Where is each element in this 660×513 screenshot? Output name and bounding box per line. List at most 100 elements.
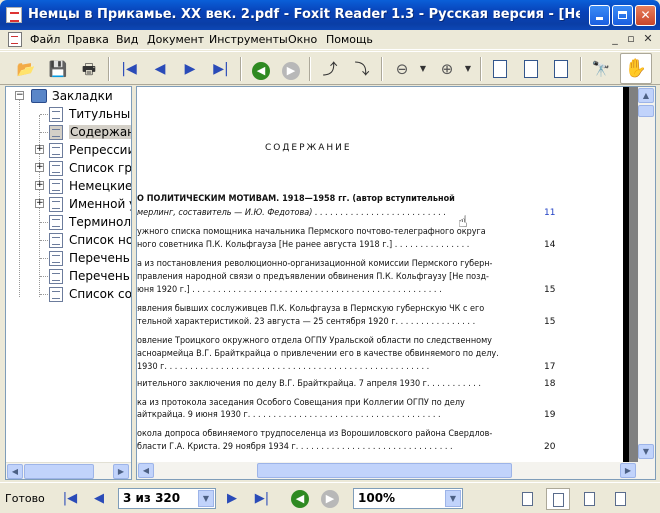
next-page-icon[interactable]: ▶ [178,57,202,81]
bookmark-item[interactable]: Список но [6,231,131,249]
continuous-page-icon [552,493,564,507]
bookmark-item[interactable]: + Немецкие [6,177,131,195]
bookmark-item[interactable]: Содержани [6,123,131,141]
bookmark-item[interactable]: Список сок [6,285,131,303]
chevron-down-icon[interactable]: ▼ [198,490,214,507]
expand-icon[interactable]: + [35,199,44,208]
rotate-right-icon[interactable]: ⤵ [350,57,374,81]
minimize-button[interactable] [589,5,610,26]
chevron-down-icon[interactable]: ▼ [445,490,461,507]
bookmark-item[interactable]: Титульный [6,105,131,123]
zoom-out-dropdown-icon[interactable]: ▼ [411,57,435,81]
bookmark-item[interactable]: Перечень [6,249,131,267]
back-icon[interactable]: ◀ [290,489,310,509]
bookmark-page-icon [49,125,63,140]
forward-icon[interactable]: ▶ [320,489,340,509]
continuous-facing-icon [614,492,626,506]
document-vertical-scrollbar[interactable]: ▲ ▼ [638,87,655,462]
bookmark-item[interactable]: Перечень [6,267,131,285]
bookmarks-horizontal-scrollbar[interactable]: ◀ ▶ [6,462,131,479]
bookmark-item[interactable]: + Репрессии [6,141,131,159]
menu-edit[interactable]: Правка [67,33,109,46]
print-icon[interactable]: 🖶 [77,57,101,81]
last-page-icon[interactable]: ▶| [252,489,272,509]
fit-width-icon[interactable] [519,57,543,81]
first-page-icon[interactable]: |◀ [60,489,80,509]
toc-line: ного советника П.К. Кольфгауза [Не ранее… [137,240,470,250]
zoom-in-dropdown-icon[interactable]: ▼ [456,57,480,81]
last-page-icon[interactable]: ▶| [209,57,233,81]
toolbar-separator [309,57,311,81]
zoom-field[interactable]: 100% ▼ [353,488,463,509]
menu-help[interactable]: Помощь [326,33,373,46]
scroll-thumb[interactable] [24,464,94,479]
single-page-icon [521,492,533,506]
bookmark-item[interactable]: + Список гра [6,159,131,177]
fit-page-icon[interactable] [549,57,573,81]
bookmark-item[interactable]: Терминол [6,213,131,231]
continuous-facing-layout-button[interactable] [608,488,632,510]
hand-tool-icon[interactable]: ✋ [620,53,652,84]
previous-page-icon[interactable]: ◀ [89,489,109,509]
bookmark-page-icon [49,251,63,266]
menu-document[interactable]: Документ [147,33,204,46]
back-icon[interactable]: ◀ [249,57,273,81]
forward-icon[interactable]: ▶ [279,57,303,81]
open-folder-icon[interactable]: 📂 [14,57,38,81]
continuous-layout-button[interactable] [546,488,570,510]
expand-icon[interactable]: + [35,145,44,154]
pdf-page[interactable]: СОДЕРЖАНИЕ О ПОЛИТИЧЕСКИМ МОТИВАМ. 1918—… [137,87,629,462]
window-title: Немцы в Прикамье. XX век. 2.pdf - Foxit … [28,7,580,22]
scroll-up-icon[interactable]: ▲ [638,88,654,103]
first-page-icon[interactable]: |◀ [117,57,141,81]
single-page-icon[interactable] [488,57,512,81]
scroll-thumb[interactable] [257,463,512,478]
toolbar-separator [108,57,110,81]
bookmark-page-icon [49,179,63,194]
mdi-restore-button[interactable]: ▫ [624,32,638,46]
previous-page-icon[interactable]: ◀ [148,57,172,81]
bookmark-label: Перечень [69,269,130,283]
toc-page-link[interactable]: 11 [544,208,555,218]
scroll-left-icon[interactable]: ◀ [7,464,23,479]
scroll-right-icon[interactable]: ▶ [620,463,636,478]
bookmark-item[interactable]: + Именной у [6,195,131,213]
scroll-thumb[interactable] [638,105,654,117]
contents-heading: СОДЕРЖАНИЕ [265,143,352,153]
mdi-minimize-button[interactable]: _ [608,32,622,46]
close-button[interactable]: ✕ [635,5,656,26]
toc-line: юня 1920 г.] . . . . . . . . . . . . . .… [137,285,442,295]
app-icon[interactable] [6,7,22,23]
toc-page-number: 14 [544,240,556,250]
facing-layout-button[interactable] [577,488,601,510]
scroll-right-icon[interactable]: ▶ [113,464,129,479]
title-bar[interactable]: Немцы в Прикамье. XX век. 2.pdf - Foxit … [0,0,660,30]
document-view[interactable]: СОДЕРЖАНИЕ О ПОЛИТИЧЕСКИМ МОТИВАМ. 1918—… [136,86,656,480]
single-page-layout-button[interactable] [515,488,539,510]
tree-line [40,258,48,259]
page-number-field[interactable]: 3 из 320 ▼ [118,488,216,509]
menu-file[interactable]: Файл [30,33,60,46]
menu-view[interactable]: Вид [116,33,138,46]
zoom-value: 100% [358,491,396,505]
expand-icon[interactable]: + [35,163,44,172]
mdi-close-button[interactable]: ✕ [641,32,655,46]
menu-window[interactable]: Окно [288,33,317,46]
maximize-button[interactable] [612,5,633,26]
menu-tools[interactable]: Инструменты [209,33,288,46]
scroll-down-icon[interactable]: ▼ [638,444,654,459]
tree-line [40,222,48,223]
scroll-left-icon[interactable]: ◀ [138,463,154,478]
find-icon[interactable]: 🔭 [589,57,613,81]
save-icon[interactable]: 💾 [46,57,70,81]
document-horizontal-scrollbar[interactable]: ◀ ▶ [137,462,655,479]
bookmark-root[interactable]: − Закладки [6,87,131,105]
hand-cursor-icon: ☝ [458,212,468,231]
bookmark-page-icon [49,233,63,248]
rotate-left-icon[interactable]: ⤴ [318,57,342,81]
document-icon[interactable] [8,32,22,47]
expand-icon[interactable]: + [35,181,44,190]
next-page-icon[interactable]: ▶ [222,489,242,509]
toolbar-separator [480,57,482,81]
collapse-icon[interactable]: − [15,91,24,100]
